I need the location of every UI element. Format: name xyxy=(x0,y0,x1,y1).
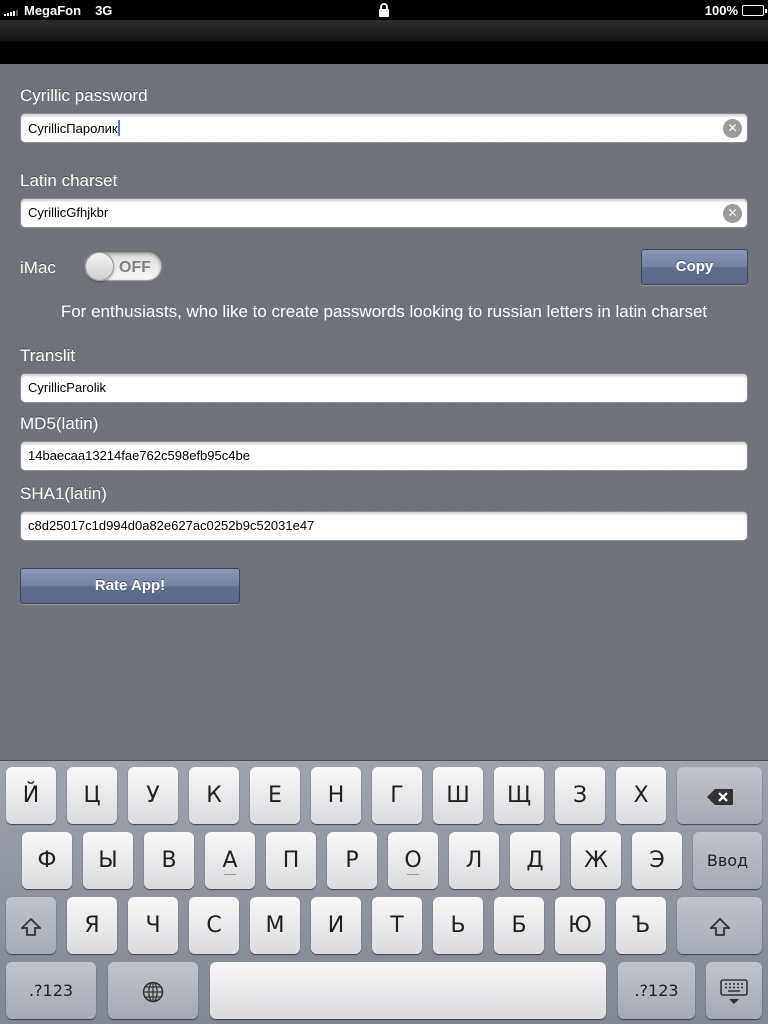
md5-label: MD5(latin) xyxy=(20,414,99,433)
key[interactable]: Р xyxy=(327,832,377,889)
key[interactable]: Н xyxy=(311,767,361,824)
key[interactable]: Ш xyxy=(433,767,483,824)
key[interactable]: Ц xyxy=(67,767,117,824)
globe-icon xyxy=(142,981,164,1002)
cyrillic-password-label: Cyrillic password xyxy=(20,86,148,105)
latin-charset-value: CyrillicGfhjkbr xyxy=(28,205,109,220)
key[interactable]: С xyxy=(189,897,239,954)
translit-label: Translit xyxy=(20,346,76,365)
keyboard-dismiss-key[interactable] xyxy=(706,962,762,1019)
key[interactable]: Й xyxy=(6,767,56,824)
clear-icon[interactable]: ✕ xyxy=(723,119,742,138)
sha1-field[interactable]: c8d25017c1d994d0a82e627ac0252b9c52031e47 xyxy=(20,511,748,541)
key[interactable]: Ю xyxy=(555,897,605,954)
key[interactable]: Д xyxy=(510,832,560,889)
key[interactable]: Я xyxy=(67,897,117,954)
globe-key[interactable] xyxy=(108,962,198,1019)
clear-icon[interactable]: ✕ xyxy=(723,204,742,223)
home-row-mark xyxy=(224,874,236,875)
key[interactable]: Б xyxy=(494,897,544,954)
key[interactable]: Ж xyxy=(571,832,621,889)
translit-field[interactable]: CyrillicParolik xyxy=(20,373,748,403)
numbers-key-left[interactable]: .?123 xyxy=(6,962,96,1019)
numbers-key-right[interactable]: .?123 xyxy=(618,962,695,1019)
battery-icon xyxy=(742,5,767,16)
shift-key-left[interactable] xyxy=(6,897,56,954)
key[interactable]: П xyxy=(266,832,316,889)
key[interactable]: И xyxy=(311,897,361,954)
return-key[interactable]: Ввод xyxy=(693,832,762,889)
toggle-knob xyxy=(85,252,114,281)
network-type: 3G xyxy=(95,3,113,18)
shift-icon xyxy=(19,917,43,936)
carrier-name: MegaFon xyxy=(24,3,82,18)
cyrillic-password-value: CyrillicПаролик xyxy=(28,121,118,136)
shift-key-right[interactable] xyxy=(677,897,762,954)
key[interactable]: Ч xyxy=(128,897,178,954)
key[interactable]: Т xyxy=(372,897,422,954)
key[interactable]: В xyxy=(144,832,194,889)
navigation-bar xyxy=(0,20,768,64)
key[interactable]: Х xyxy=(616,767,666,824)
key-o[interactable]: О xyxy=(388,832,438,889)
md5-field[interactable]: 14baecaa13214fae762c598efb95c4be xyxy=(20,441,748,471)
battery-percent: 100% xyxy=(704,3,738,18)
key[interactable]: Е xyxy=(250,767,300,824)
keyboard-dismiss-icon xyxy=(720,978,748,1004)
key[interactable]: Ь xyxy=(433,897,483,954)
copy-button[interactable]: Copy xyxy=(641,249,748,285)
key[interactable]: Э xyxy=(632,832,682,889)
cyrillic-password-field[interactable]: CyrillicПаролик ✕ xyxy=(20,113,748,143)
imac-label: iMac xyxy=(20,258,56,277)
key[interactable]: Ф xyxy=(22,832,72,889)
key-label: А xyxy=(222,848,238,873)
key-a[interactable]: А xyxy=(205,832,255,889)
status-left: MegaFon 3G xyxy=(4,3,112,18)
translit-value: CyrillicParolik xyxy=(28,380,107,395)
key[interactable]: Л xyxy=(449,832,499,889)
signal-icon xyxy=(4,6,18,16)
backspace-key[interactable] xyxy=(677,767,762,824)
space-bar[interactable] xyxy=(210,962,606,1019)
key[interactable]: Ы xyxy=(83,832,133,889)
rate-app-button[interactable]: Rate App! xyxy=(20,568,240,604)
key[interactable]: У xyxy=(128,767,178,824)
key-label: О xyxy=(404,848,422,873)
imac-toggle[interactable]: OFF xyxy=(84,252,162,281)
sha1-label: SHA1(latin) xyxy=(20,484,107,503)
key[interactable]: Г xyxy=(372,767,422,824)
key[interactable]: Щ xyxy=(494,767,544,824)
toggle-state-label: OFF xyxy=(119,259,151,276)
shift-icon xyxy=(708,917,731,936)
lock-icon xyxy=(379,3,389,17)
russian-keyboard: Й Ц У К Е Н Г Ш Щ З Х Ф Ы В А П Р О Л Д … xyxy=(0,760,768,1024)
latin-charset-field[interactable]: CyrillicGfhjkbr ✕ xyxy=(20,198,748,228)
sha1-value: c8d25017c1d994d0a82e627ac0252b9c52031e47 xyxy=(28,518,315,533)
key[interactable]: К xyxy=(189,767,239,824)
latin-charset-label: Latin charset xyxy=(20,171,118,190)
status-bar: MegaFon 3G 100% xyxy=(0,0,768,20)
backspace-icon xyxy=(706,788,733,805)
key[interactable]: З xyxy=(555,767,605,824)
key[interactable]: Ъ xyxy=(616,897,666,954)
description-text: For enthusiasts, who like to create pass… xyxy=(60,302,708,321)
md5-value: 14baecaa13214fae762c598efb95c4be xyxy=(28,448,250,463)
home-row-mark xyxy=(407,874,419,875)
key[interactable]: М xyxy=(250,897,300,954)
status-right: 100% xyxy=(704,3,767,18)
text-caret xyxy=(117,120,120,136)
